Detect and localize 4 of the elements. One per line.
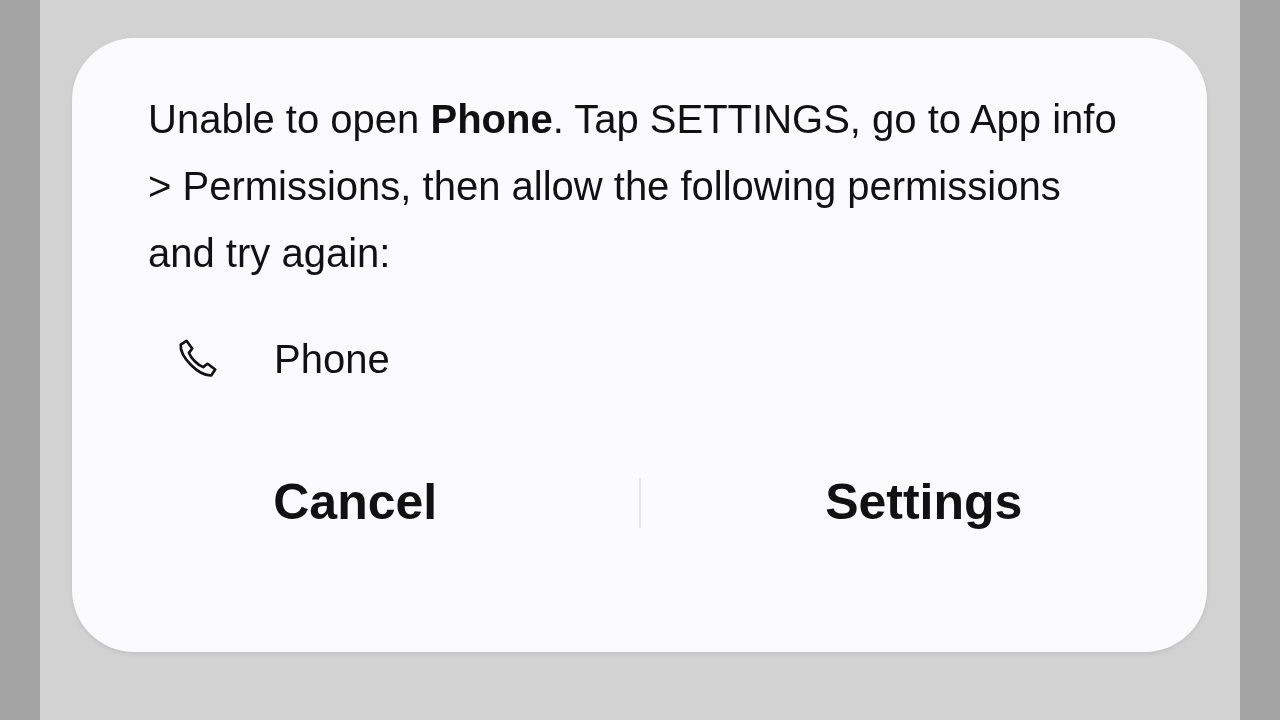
dialog-message: Unable to open Phone. Tap SETTINGS, go to App info > Permissions, then allow the following permissions and try again: bbox=[148, 96, 1118, 277]
settings-button[interactable]: Settings bbox=[640, 461, 1207, 544]
permission-label: Phone bbox=[274, 336, 390, 383]
cancel-button[interactable]: Cancel bbox=[72, 461, 639, 544]
